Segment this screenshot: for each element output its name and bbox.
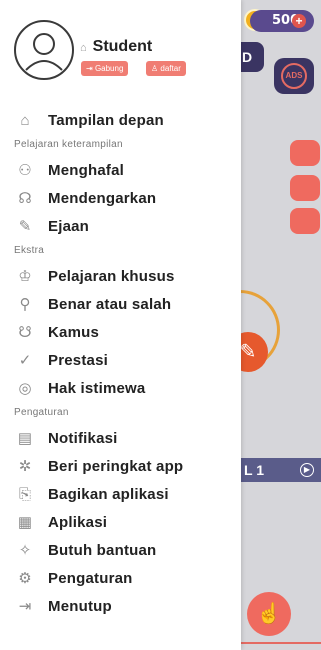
true-false-icon: ⚲ — [19, 296, 31, 313]
section-settings: Pengaturan — [14, 407, 69, 418]
drawer-menu: ⌂ Tampilan depan Pelajaran keterampilan … — [0, 106, 241, 620]
apps-icon: ▦ — [17, 514, 33, 531]
menu-item-label: Pelajaran khusus — [48, 267, 175, 285]
profile-header: ⌂ Student ⇥ Gabung ♙ daftar — [14, 20, 234, 100]
pen-icon: ✎ — [18, 218, 32, 235]
menu-item-home[interactable]: ⌂ Tampilan depan — [0, 106, 241, 134]
hand-tap-button[interactable]: ☝ — [247, 592, 291, 636]
home-small-icon: ⌂ — [80, 42, 87, 54]
play-arrow-icon[interactable]: ▶ — [300, 463, 314, 477]
partial-top-button[interactable]: D — [240, 42, 264, 72]
menu-item-label: Menghafal — [48, 161, 124, 179]
menu-item-privilege[interactable]: ◎ Hak istimewa — [0, 374, 241, 402]
menu-item-label: Notifikasi — [48, 429, 118, 447]
profile-name-text: Student — [92, 38, 153, 55]
menu-item-label: Hak istimewa — [48, 379, 146, 397]
menu-item-special[interactable]: ♔ Pelajaran khusus — [0, 262, 241, 290]
menu-item-dictionary[interactable]: ☋ Kamus — [0, 318, 241, 346]
menu-item-label: Menutup — [48, 597, 112, 615]
ads-circle-icon: ◎ — [18, 380, 32, 397]
menu-item-label: Kamus — [48, 323, 100, 341]
join-button[interactable]: ⇥ Gabung — [81, 61, 129, 76]
menu-item-notifications[interactable]: ▤ Notifikasi — [0, 424, 241, 452]
register-label: daftar — [160, 64, 181, 73]
remove-ads-button[interactable]: ADS — [274, 58, 314, 94]
menu-item-label: Aplikasi — [48, 513, 108, 531]
menu-item-share[interactable]: ⎘ Bagikan aplikasi — [0, 480, 241, 508]
home-icon: ⌂ — [20, 111, 30, 129]
avatar[interactable] — [14, 20, 74, 80]
rate-icon: ✲ — [18, 458, 32, 475]
menu-item-rate[interactable]: ✲ Beri peringkat app — [0, 452, 241, 480]
chat-bubble-button[interactable] — [290, 140, 320, 166]
menu-item-memorize[interactable]: ⚇ Menghafal — [0, 156, 241, 184]
share-icon: ⎘ — [18, 485, 31, 503]
menu-item-label: Ejaan — [48, 217, 90, 235]
profile-name: ⌂ Student — [80, 38, 152, 56]
menu-item-label: Butuh bantuan — [48, 541, 157, 559]
menu-item-close[interactable]: ⇥ Menutup — [0, 592, 241, 620]
dictionary-icon: ☋ — [18, 324, 32, 341]
gear-icon: ⚙ — [18, 570, 32, 587]
register-button[interactable]: ♙ daftar — [146, 61, 186, 76]
mail-button[interactable] — [290, 175, 320, 201]
menu-item-listen[interactable]: ☊ Mendengarkan — [0, 184, 241, 212]
section-extra: Ekstra — [14, 245, 45, 256]
notification-icon: ▤ — [17, 430, 33, 447]
help-icon: ✧ — [18, 542, 32, 559]
ads-icon: ADS — [281, 63, 307, 89]
menu-item-achievement[interactable]: ✓ Prestasi — [0, 346, 241, 374]
add-coins-icon[interactable]: + — [292, 14, 306, 28]
menu-item-label: Bagikan aplikasi — [48, 485, 169, 503]
menu-item-apps[interactable]: ▦ Aplikasi — [0, 508, 241, 536]
menu-item-label: Tampilan depan — [48, 111, 164, 129]
level-label: L 1 — [244, 462, 264, 478]
join-label: Gabung — [94, 64, 124, 73]
teacher-icon: ♔ — [18, 268, 32, 285]
bottom-divider — [240, 642, 321, 644]
user-icon — [25, 33, 63, 71]
menu-item-label: Prestasi — [48, 351, 108, 369]
exit-icon: ⇥ — [18, 598, 32, 615]
memorize-icon: ⚇ — [18, 162, 32, 179]
check-circle-icon: ✓ — [18, 352, 32, 369]
menu-item-label: Beri peringkat app — [48, 457, 184, 475]
menu-item-spelling[interactable]: ✎ Ejaan — [0, 212, 241, 240]
menu-item-label: Benar atau salah — [48, 295, 172, 313]
menu-item-settings[interactable]: ⚙ Pengaturan — [0, 564, 241, 592]
menu-item-truefalse[interactable]: ⚲ Benar atau salah — [0, 290, 241, 318]
navigation-drawer: ⌂ Student ⇥ Gabung ♙ daftar ⌂ Tampilan de… — [0, 0, 241, 650]
headphones-icon: ☊ — [18, 190, 32, 207]
section-skills: Pelajaran keterampilan — [14, 139, 123, 150]
menu-item-help[interactable]: ✧ Butuh bantuan — [0, 536, 241, 564]
menu-item-label: Mendengarkan — [48, 189, 157, 207]
community-button[interactable] — [290, 208, 320, 234]
menu-item-label: Pengaturan — [48, 569, 133, 587]
